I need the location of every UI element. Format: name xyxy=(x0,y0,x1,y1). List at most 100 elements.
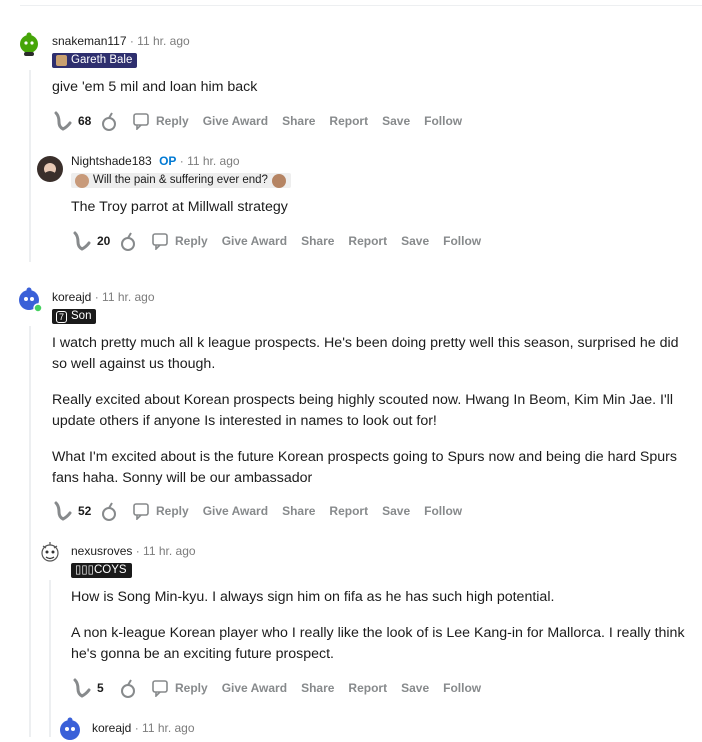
shirt-number-badge: 7 xyxy=(56,310,68,323)
save-button[interactable]: Save xyxy=(382,504,410,518)
username[interactable]: snakeman117 xyxy=(52,34,127,48)
comment-paragraph: I watch pretty much all k league prospec… xyxy=(52,335,679,351)
comment-meta: koreajd · 11 hr. ago xyxy=(52,290,155,304)
downvote-icon[interactable] xyxy=(117,677,139,699)
top-divider xyxy=(20,5,702,6)
comment-bubble-icon xyxy=(133,503,149,520)
reply-label: Reply xyxy=(175,234,208,248)
timestamp[interactable]: 11 hr. ago xyxy=(187,154,240,168)
upvote-icon[interactable] xyxy=(71,230,93,252)
give-award-button[interactable]: Give Award xyxy=(203,504,268,518)
comment-paragraph: Really excited about Korean prospects be… xyxy=(52,392,673,408)
comment-body: give 'em 5 mil and loan him back xyxy=(52,77,257,98)
flair-text: Son xyxy=(71,310,92,322)
username[interactable]: Nightshade183 xyxy=(71,154,152,168)
timestamp[interactable]: 11 hr. ago xyxy=(143,544,196,558)
comment-paragraph: so well against us though. xyxy=(52,356,216,372)
reply-button[interactable]: Reply xyxy=(151,679,208,697)
comment-actions: 52 Reply Give Award Share Report Save Fo… xyxy=(52,499,462,523)
flair-text: Gareth Bale xyxy=(71,54,133,66)
give-award-button[interactable]: Give Award xyxy=(222,234,287,248)
user-avatar[interactable] xyxy=(16,286,43,313)
share-button[interactable]: Share xyxy=(301,681,334,695)
upvote-icon[interactable] xyxy=(52,500,74,522)
player-face-icon xyxy=(56,55,67,66)
reply-button[interactable]: Reply xyxy=(151,232,208,250)
comment-paragraph: What I'm excited about is the future Kor… xyxy=(52,449,677,465)
player-face-icon xyxy=(271,173,286,188)
op-badge: OP xyxy=(159,154,177,168)
share-button[interactable]: Share xyxy=(282,114,315,128)
comment-actions: 5 Reply Give Award Share Report Save Fol… xyxy=(71,676,481,700)
user-flair: 7 Son xyxy=(52,309,97,324)
user-avatar[interactable] xyxy=(37,156,63,182)
upvote-icon[interactable] xyxy=(52,110,74,132)
save-button[interactable]: Save xyxy=(401,234,429,248)
comment-paragraph: The Troy parrot at Millwall strategy xyxy=(71,199,288,215)
user-flair: ▯▯▯COYS xyxy=(71,563,132,578)
reply-label: Reply xyxy=(175,681,208,695)
comment-body: I watch pretty much all k league prospec… xyxy=(52,333,679,489)
vote-score: 52 xyxy=(78,504,92,518)
comment-actions: 20 Reply Give Award Share Report Save Fo… xyxy=(71,229,481,253)
username[interactable]: koreajd xyxy=(92,721,131,735)
vote-group: 52 xyxy=(52,500,120,522)
flair-text: Will the pain & suffering ever end? xyxy=(93,174,268,186)
vote-group: 20 xyxy=(71,230,139,252)
vote-group: 68 xyxy=(52,110,120,132)
vote-score: 68 xyxy=(78,114,92,128)
reply-button[interactable]: Reply xyxy=(132,112,189,130)
comment-paragraph: A non k-league Korean player who I reall… xyxy=(71,625,685,641)
downvote-icon[interactable] xyxy=(98,110,120,132)
user-avatar[interactable] xyxy=(37,540,63,566)
comment-meta: Nightshade183 OP · 11 hr. ago xyxy=(71,154,240,168)
save-button[interactable]: Save xyxy=(382,114,410,128)
follow-button[interactable]: Follow xyxy=(443,681,481,695)
report-button[interactable]: Report xyxy=(329,504,368,518)
comment-paragraph: How is Song Min-kyu. I always sign him o… xyxy=(71,589,555,605)
give-award-button[interactable]: Give Award xyxy=(222,681,287,695)
upvote-icon[interactable] xyxy=(71,677,93,699)
comment-bubble-icon xyxy=(152,680,168,697)
username[interactable]: koreajd xyxy=(52,290,91,304)
user-flair: Gareth Bale xyxy=(52,53,138,68)
comment-meta: koreajd · 11 hr. ago xyxy=(92,721,195,735)
downvote-icon[interactable] xyxy=(117,230,139,252)
follow-button[interactable]: Follow xyxy=(443,234,481,248)
vote-score: 20 xyxy=(97,234,111,248)
timestamp[interactable]: 11 hr. ago xyxy=(142,721,195,735)
comment-bubble-icon xyxy=(133,113,149,130)
report-button[interactable]: Report xyxy=(329,114,368,128)
share-button[interactable]: Share xyxy=(301,234,334,248)
reply-label: Reply xyxy=(156,504,189,518)
comment-meta: nexusroves · 11 hr. ago xyxy=(71,544,196,558)
comment-paragraph: give 'em 5 mil and loan him back xyxy=(52,79,258,95)
give-award-button[interactable]: Give Award xyxy=(203,114,268,128)
timestamp[interactable]: 11 hr. ago xyxy=(102,290,155,304)
flair-text: ▯▯▯COYS xyxy=(75,564,127,576)
vote-score: 5 xyxy=(97,681,104,695)
vote-group: 5 xyxy=(71,677,139,699)
follow-button[interactable]: Follow xyxy=(424,114,462,128)
downvote-icon[interactable] xyxy=(98,500,120,522)
comment-body: How is Song Min-kyu. I always sign him o… xyxy=(71,587,685,665)
report-button[interactable]: Report xyxy=(348,234,387,248)
comment-paragraph: update others if anyone Is interested in… xyxy=(52,413,437,429)
timestamp[interactable]: 11 hr. ago xyxy=(137,34,190,48)
user-flair: Will the pain & suffering ever end? xyxy=(71,173,291,188)
comment-actions: 68 Reply Give Award Share Report Save Fo… xyxy=(52,109,462,133)
comment-meta: snakeman117 · 11 hr. ago xyxy=(52,34,190,48)
save-button[interactable]: Save xyxy=(401,681,429,695)
thread-line xyxy=(29,70,31,262)
username[interactable]: nexusroves xyxy=(71,544,132,558)
user-avatar[interactable] xyxy=(16,30,42,56)
reply-button[interactable]: Reply xyxy=(132,502,189,520)
share-button[interactable]: Share xyxy=(282,504,315,518)
player-face-icon xyxy=(75,173,89,188)
user-avatar[interactable] xyxy=(57,716,83,742)
comment-paragraph: he's gonna be an exciting future prospec… xyxy=(71,646,334,662)
thread-line xyxy=(29,326,31,737)
follow-button[interactable]: Follow xyxy=(424,504,462,518)
report-button[interactable]: Report xyxy=(348,681,387,695)
comment-bubble-icon xyxy=(152,233,168,250)
